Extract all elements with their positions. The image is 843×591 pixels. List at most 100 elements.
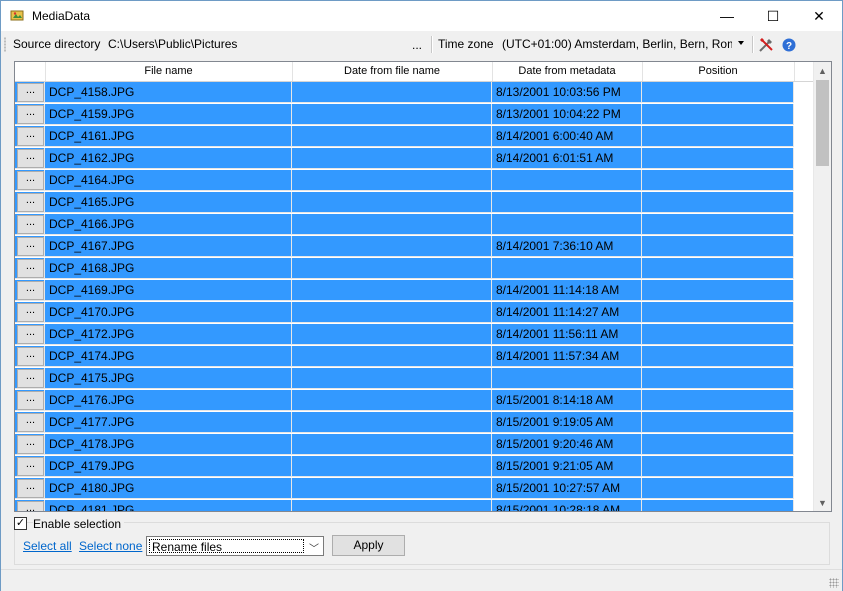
scroll-thumb[interactable] bbox=[816, 80, 829, 166]
cell-file-name[interactable]: DCP_4166.JPG bbox=[45, 214, 292, 235]
cell-position[interactable] bbox=[642, 478, 794, 499]
cell-date-from-metadata[interactable]: 8/15/2001 10:28:18 AM bbox=[492, 500, 642, 511]
table-row[interactable]: ... DCP_4162.JPG 8/14/2001 6:01:51 AM bbox=[15, 148, 814, 170]
tools-button[interactable] bbox=[757, 35, 775, 54]
row-details-button[interactable]: ... bbox=[17, 237, 44, 256]
row-details-button[interactable]: ... bbox=[17, 413, 44, 432]
table-row[interactable]: ... DCP_4180.JPG 8/15/2001 10:27:57 AM bbox=[15, 478, 814, 500]
cell-date-from-file-name[interactable] bbox=[292, 82, 492, 103]
cell-date-from-file-name[interactable] bbox=[292, 258, 492, 279]
toolbar-grip-icon[interactable] bbox=[4, 37, 6, 52]
cell-date-from-file-name[interactable] bbox=[292, 104, 492, 125]
source-directory-field[interactable]: C:\Users\Public\Pictures bbox=[108, 37, 237, 51]
table-row[interactable]: ... DCP_4177.JPG 8/15/2001 9:19:05 AM bbox=[15, 412, 814, 434]
cell-date-from-metadata[interactable]: 8/14/2001 11:56:11 AM bbox=[492, 324, 642, 345]
row-details-button[interactable]: ... bbox=[17, 149, 44, 168]
cell-date-from-metadata[interactable] bbox=[492, 192, 642, 213]
cell-position[interactable] bbox=[642, 82, 794, 103]
cell-date-from-file-name[interactable] bbox=[292, 368, 492, 389]
row-details-button[interactable]: ... bbox=[17, 193, 44, 212]
cell-position[interactable] bbox=[642, 258, 794, 279]
cell-file-name[interactable]: DCP_4161.JPG bbox=[45, 126, 292, 147]
cell-file-name[interactable]: DCP_4167.JPG bbox=[45, 236, 292, 257]
cell-date-from-metadata[interactable] bbox=[492, 170, 642, 191]
select-none-link[interactable]: Select none bbox=[79, 539, 142, 553]
table-row[interactable]: ... DCP_4165.JPG bbox=[15, 192, 814, 214]
column-header-date-from-file-name[interactable]: Date from file name bbox=[292, 62, 493, 81]
row-details-button[interactable]: ... bbox=[17, 457, 44, 476]
row-details-button[interactable]: ... bbox=[17, 325, 44, 344]
cell-date-from-metadata[interactable] bbox=[492, 368, 642, 389]
table-row[interactable]: ... DCP_4161.JPG 8/14/2001 6:00:40 AM bbox=[15, 126, 814, 148]
cell-file-name[interactable]: DCP_4168.JPG bbox=[45, 258, 292, 279]
cell-file-name[interactable]: DCP_4159.JPG bbox=[45, 104, 292, 125]
cell-file-name[interactable]: DCP_4164.JPG bbox=[45, 170, 292, 191]
cell-date-from-file-name[interactable] bbox=[292, 412, 492, 433]
cell-position[interactable] bbox=[642, 346, 794, 367]
cell-date-from-metadata[interactable]: 8/15/2001 9:21:05 AM bbox=[492, 456, 642, 477]
row-details-button[interactable]: ... bbox=[17, 369, 44, 388]
cell-date-from-file-name[interactable] bbox=[292, 280, 492, 301]
row-details-button[interactable]: ... bbox=[17, 501, 44, 511]
cell-file-name[interactable]: DCP_4170.JPG bbox=[45, 302, 292, 323]
scroll-up-icon[interactable]: ▲ bbox=[814, 62, 831, 79]
cell-file-name[interactable]: DCP_4175.JPG bbox=[45, 368, 292, 389]
cell-date-from-file-name[interactable] bbox=[292, 126, 492, 147]
cell-date-from-metadata[interactable]: 8/14/2001 7:36:10 AM bbox=[492, 236, 642, 257]
cell-date-from-file-name[interactable] bbox=[292, 148, 492, 169]
minimize-button[interactable]: — bbox=[704, 1, 750, 31]
cell-file-name[interactable]: DCP_4169.JPG bbox=[45, 280, 292, 301]
scroll-down-icon[interactable]: ▼ bbox=[814, 494, 831, 511]
cell-date-from-metadata[interactable]: 8/13/2001 10:03:56 PM bbox=[492, 82, 642, 103]
row-details-button[interactable]: ... bbox=[17, 435, 44, 454]
table-row[interactable]: ... DCP_4175.JPG bbox=[15, 368, 814, 390]
cell-position[interactable] bbox=[642, 126, 794, 147]
cell-position[interactable] bbox=[642, 368, 794, 389]
vertical-scrollbar[interactable]: ▲ ▼ bbox=[813, 62, 831, 511]
cell-date-from-metadata[interactable] bbox=[492, 258, 642, 279]
cell-position[interactable] bbox=[642, 390, 794, 411]
cell-file-name[interactable]: DCP_4174.JPG bbox=[45, 346, 292, 367]
column-header-date-from-metadata[interactable]: Date from metadata bbox=[492, 62, 643, 81]
cell-date-from-metadata[interactable]: 8/14/2001 6:00:40 AM bbox=[492, 126, 642, 147]
cell-date-from-file-name[interactable] bbox=[292, 456, 492, 477]
cell-date-from-metadata[interactable]: 8/14/2001 11:14:27 AM bbox=[492, 302, 642, 323]
cell-date-from-file-name[interactable] bbox=[292, 236, 492, 257]
cell-date-from-metadata[interactable]: 8/15/2001 10:27:57 AM bbox=[492, 478, 642, 499]
timezone-select[interactable]: (UTC+01:00) Amsterdam, Berlin, Bern, Rom bbox=[502, 37, 732, 51]
table-row[interactable]: ... DCP_4167.JPG 8/14/2001 7:36:10 AM bbox=[15, 236, 814, 258]
cell-date-from-file-name[interactable] bbox=[292, 346, 492, 367]
table-row[interactable]: ... DCP_4176.JPG 8/15/2001 8:14:18 AM bbox=[15, 390, 814, 412]
action-select[interactable]: Rename files ﹀ bbox=[146, 536, 324, 556]
cell-position[interactable] bbox=[642, 434, 794, 455]
chevron-down-icon[interactable] bbox=[738, 41, 744, 45]
enable-selection-label[interactable]: Enable selection bbox=[33, 517, 125, 531]
cell-date-from-metadata[interactable]: 8/15/2001 9:19:05 AM bbox=[492, 412, 642, 433]
table-row[interactable]: ... DCP_4158.JPG 8/13/2001 10:03:56 PM bbox=[15, 82, 814, 104]
cell-file-name[interactable]: DCP_4181.JPG bbox=[45, 500, 292, 511]
cell-file-name[interactable]: DCP_4176.JPG bbox=[45, 390, 292, 411]
row-details-button[interactable]: ... bbox=[17, 281, 44, 300]
cell-position[interactable] bbox=[642, 170, 794, 191]
table-row[interactable]: ... DCP_4179.JPG 8/15/2001 9:21:05 AM bbox=[15, 456, 814, 478]
cell-file-name[interactable]: DCP_4179.JPG bbox=[45, 456, 292, 477]
row-details-button[interactable]: ... bbox=[17, 259, 44, 278]
cell-date-from-file-name[interactable] bbox=[292, 302, 492, 323]
resize-grip-icon[interactable] bbox=[829, 578, 839, 588]
cell-date-from-metadata[interactable]: 8/15/2001 8:14:18 AM bbox=[492, 390, 642, 411]
cell-date-from-file-name[interactable] bbox=[292, 500, 492, 511]
enable-selection-checkbox[interactable]: ✓ bbox=[14, 517, 27, 530]
cell-position[interactable] bbox=[642, 324, 794, 345]
table-row[interactable]: ... DCP_4169.JPG 8/14/2001 11:14:18 AM bbox=[15, 280, 814, 302]
maximize-button[interactable]: ☐ bbox=[750, 1, 796, 31]
row-details-button[interactable]: ... bbox=[17, 171, 44, 190]
row-details-button[interactable]: ... bbox=[17, 83, 44, 102]
table-row[interactable]: ... DCP_4181.JPG 8/15/2001 10:28:18 AM bbox=[15, 500, 814, 511]
cell-position[interactable] bbox=[642, 500, 794, 511]
cell-file-name[interactable]: DCP_4177.JPG bbox=[45, 412, 292, 433]
cell-position[interactable] bbox=[642, 236, 794, 257]
table-row[interactable]: ... DCP_4159.JPG 8/13/2001 10:04:22 PM bbox=[15, 104, 814, 126]
apply-button[interactable]: Apply bbox=[332, 535, 405, 556]
help-button[interactable]: ? bbox=[780, 35, 798, 54]
cell-position[interactable] bbox=[642, 456, 794, 477]
